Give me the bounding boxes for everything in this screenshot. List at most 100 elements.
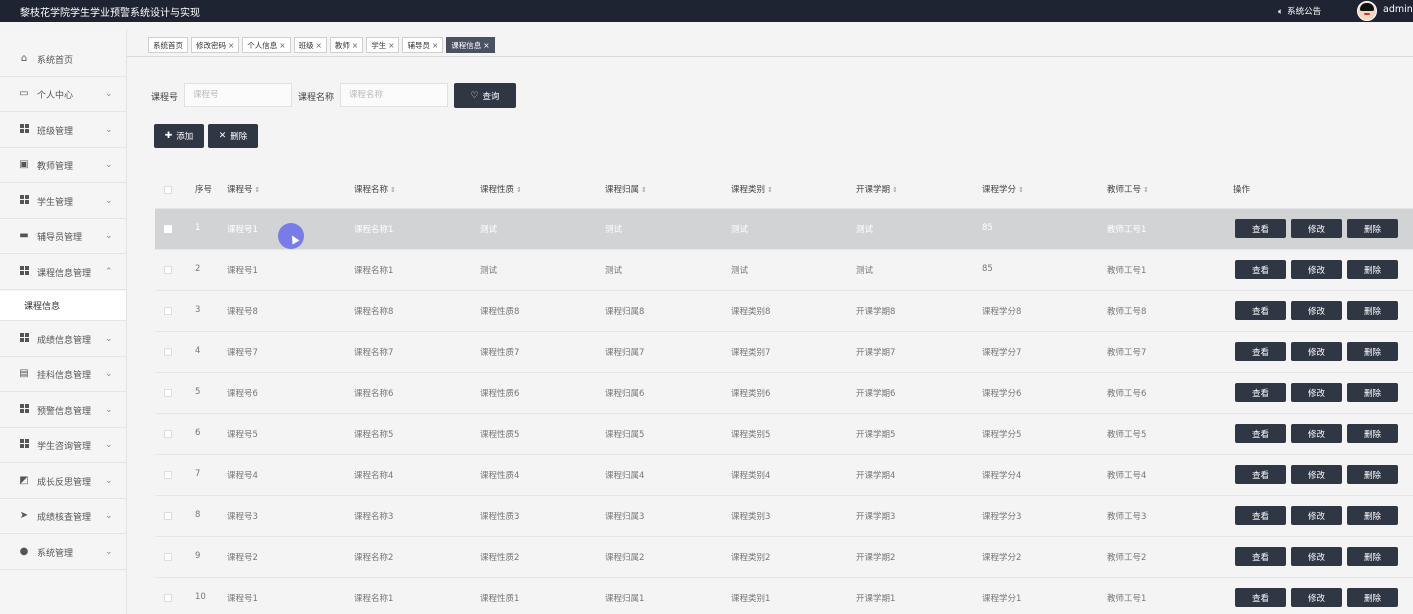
table-row[interactable]: 10 课程号1 课程名称1 课程性质1 课程归属1 课程类别1 开课学期1 课程学分1 教师工号…: [155, 577, 1413, 614]
query-button[interactable]: ♡ 查询: [454, 83, 516, 108]
view-button[interactable]: 查看: [1235, 342, 1286, 361]
column-header[interactable]: 教师工号 ⇕: [1107, 183, 1149, 195]
sidebar-item[interactable]: ◩ 成长反思管理 ⌄: [0, 464, 126, 499]
sidebar-item[interactable]: ▤ 挂科信息管理 ⌄: [0, 357, 126, 392]
edit-button[interactable]: 修改: [1291, 465, 1342, 484]
table-row[interactable]: 5 课程号6 课程名称6 课程性质6 课程归属6 课程类别6 开课学期6 课程学分6 教师工号6…: [155, 372, 1413, 413]
column-header[interactable]: 开课学期 ⇕: [856, 183, 898, 195]
view-button[interactable]: 查看: [1235, 301, 1286, 320]
table-row[interactable]: 6 课程号5 课程名称5 课程性质5 课程归属5 课程类别5 开课学期5 课程学分5 教师工号5…: [155, 413, 1413, 454]
course-no-input[interactable]: [184, 83, 292, 107]
tab-close-icon[interactable]: ×: [432, 41, 438, 50]
column-header[interactable]: 课程类别 ⇕: [731, 183, 773, 195]
course-name-input[interactable]: [340, 83, 448, 107]
view-button[interactable]: 查看: [1235, 260, 1286, 279]
bulk-delete-button[interactable]: ✕ 删除: [208, 124, 258, 148]
edit-button[interactable]: 修改: [1291, 260, 1342, 279]
row-checkbox[interactable]: [164, 389, 172, 397]
view-button[interactable]: 查看: [1235, 219, 1286, 238]
delete-button[interactable]: 删除: [1347, 588, 1398, 607]
table-row[interactable]: 2 课程号1 课程名称1 测试 测试 测试 测试 85 教师工号1 查看 修改 删除: [155, 249, 1413, 290]
tab[interactable]: 个人信息 ×: [242, 37, 291, 53]
tab[interactable]: 修改密码 ×: [191, 37, 240, 53]
column-header[interactable]: 课程性质 ⇕: [480, 183, 522, 195]
table-row[interactable]: 9 课程号2 课程名称2 课程性质2 课程归属2 课程类别2 开课学期2 课程学分2 教师工号2…: [155, 536, 1413, 577]
table-row[interactable]: 8 课程号3 课程名称3 课程性质3 课程归属3 课程类别3 开课学期3 课程学分3 教师工号3…: [155, 495, 1413, 536]
view-button[interactable]: 查看: [1235, 588, 1286, 607]
sidebar-item[interactable]: 班级管理 ⌄: [0, 113, 126, 148]
tab-close-icon[interactable]: ×: [279, 41, 285, 50]
column-header[interactable]: 课程归属 ⇕: [605, 183, 647, 195]
column-header[interactable]: 课程名称 ⇕: [354, 183, 396, 195]
delete-button[interactable]: 删除: [1347, 547, 1398, 566]
edit-button[interactable]: 修改: [1291, 588, 1342, 607]
sidebar-item[interactable]: ⌂ 系统首页: [0, 42, 126, 77]
row-checkbox[interactable]: [164, 512, 172, 520]
table-row[interactable]: 7 课程号4 课程名称4 课程性质4 课程归属4 课程类别4 开课学期4 课程学分4 教师工号4…: [155, 454, 1413, 495]
view-button[interactable]: 查看: [1235, 547, 1286, 566]
edit-button[interactable]: 修改: [1291, 301, 1342, 320]
delete-button[interactable]: 删除: [1347, 506, 1398, 525]
add-button[interactable]: ✚ 添加: [154, 124, 204, 148]
row-checkbox[interactable]: [164, 594, 172, 602]
row-checkbox[interactable]: [164, 266, 172, 274]
tab-close-icon[interactable]: ×: [483, 41, 489, 50]
row-checkbox[interactable]: [164, 553, 172, 561]
delete-button[interactable]: 删除: [1347, 465, 1398, 484]
select-all-checkbox[interactable]: [164, 186, 172, 194]
delete-button[interactable]: 删除: [1347, 301, 1398, 320]
row-checkbox[interactable]: [164, 225, 172, 233]
sort-icon[interactable]: ⇕: [516, 186, 522, 194]
tab[interactable]: 教师 ×: [329, 37, 364, 53]
sidebar-item[interactable]: ▬ 辅导员管理 ⌄: [0, 219, 126, 254]
sidebar-subitem-course-info[interactable]: 课程信息: [0, 291, 126, 321]
tab[interactable]: 辅导员 ×: [402, 37, 444, 53]
table-row[interactable]: 4 课程号7 课程名称7 课程性质7 课程归属7 课程类别7 开课学期7 课程学分7 教师工号7…: [155, 331, 1413, 372]
tab[interactable]: 课程信息 ×: [446, 37, 495, 53]
edit-button[interactable]: 修改: [1291, 547, 1342, 566]
tab[interactable]: 系统首页: [148, 37, 188, 53]
sidebar-item[interactable]: ▣ 教师管理 ⌄: [0, 148, 126, 183]
edit-button[interactable]: 修改: [1291, 219, 1342, 238]
sidebar-item[interactable]: 学生管理 ⌄: [0, 184, 126, 219]
tab-close-icon[interactable]: ×: [352, 41, 358, 50]
view-button[interactable]: 查看: [1235, 383, 1286, 402]
system-notice-link[interactable]: 🔈︎ 系统公告: [1278, 5, 1321, 17]
row-checkbox[interactable]: [164, 307, 172, 315]
view-button[interactable]: 查看: [1235, 465, 1286, 484]
sidebar-item[interactable]: 学生咨询管理 ⌄: [0, 428, 126, 463]
column-header[interactable]: 课程学分 ⇕: [982, 183, 1024, 195]
delete-button[interactable]: 删除: [1347, 424, 1398, 443]
sort-icon[interactable]: ⇕: [641, 186, 647, 194]
row-checkbox[interactable]: [164, 348, 172, 356]
delete-button[interactable]: 删除: [1347, 383, 1398, 402]
table-row[interactable]: 3 课程号8 课程名称8 课程性质8 课程归属8 课程类别8 开课学期8 课程学分8 教师工号8…: [155, 290, 1413, 331]
sidebar-item[interactable]: 课程信息管理 ⌃: [0, 255, 126, 290]
username[interactable]: admin: [1383, 4, 1413, 15]
sidebar-item[interactable]: ▭ 个人中心 ⌄: [0, 77, 126, 112]
avatar[interactable]: [1357, 1, 1377, 21]
column-header[interactable]: 课程号 ⇕: [227, 183, 260, 195]
edit-button[interactable]: 修改: [1291, 424, 1342, 443]
sort-icon[interactable]: ⇕: [1143, 186, 1149, 194]
tab[interactable]: 班级 ×: [293, 37, 327, 53]
delete-button[interactable]: 删除: [1347, 342, 1398, 361]
sidebar-item[interactable]: 预警信息管理 ⌄: [0, 393, 126, 428]
sort-icon[interactable]: ⇕: [1018, 186, 1024, 194]
sidebar-item[interactable]: ➤ 成绩核查管理 ⌄: [0, 499, 126, 534]
tab[interactable]: 学生 ×: [366, 37, 400, 53]
view-button[interactable]: 查看: [1235, 506, 1286, 525]
row-checkbox[interactable]: [164, 471, 172, 479]
edit-button[interactable]: 修改: [1291, 383, 1342, 402]
tab-close-icon[interactable]: ×: [388, 41, 394, 50]
tab-close-icon[interactable]: ×: [228, 41, 234, 50]
edit-button[interactable]: 修改: [1291, 342, 1342, 361]
sort-icon[interactable]: ⇕: [892, 186, 898, 194]
sidebar-item[interactable]: 成绩信息管理 ⌄: [0, 322, 126, 357]
tab-close-icon[interactable]: ×: [316, 41, 322, 50]
sort-icon[interactable]: ⇕: [255, 186, 261, 194]
view-button[interactable]: 查看: [1235, 424, 1286, 443]
delete-button[interactable]: 删除: [1347, 219, 1398, 238]
row-checkbox[interactable]: [164, 430, 172, 438]
sort-icon[interactable]: ⇕: [390, 186, 396, 194]
